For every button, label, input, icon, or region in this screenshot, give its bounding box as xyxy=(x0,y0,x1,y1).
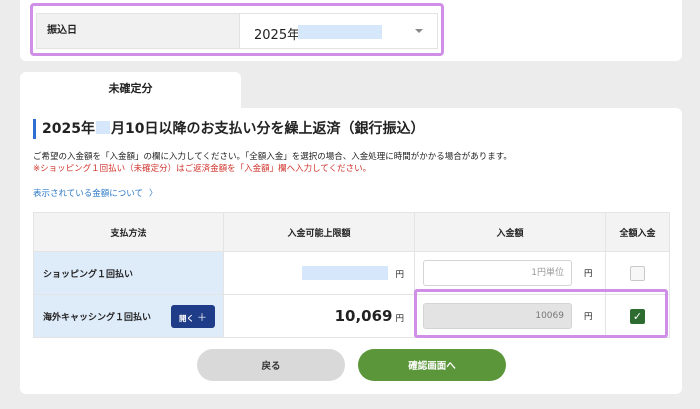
limit-shopping: 円 xyxy=(223,251,415,295)
transfer-date-card: 振込日 2025年 xyxy=(20,0,682,61)
heading-text: 月10日以降のお支払い分を繰上返済（銀行振込） xyxy=(110,121,425,137)
currency-unit: 円 xyxy=(584,269,593,279)
limit-overseas-cashing-cell: 10,069 円 xyxy=(223,294,415,338)
amount-input-shopping[interactable] xyxy=(423,260,572,286)
confirm-button[interactable]: 確認画面へ xyxy=(358,349,506,381)
instruction-text: ご希望の入金額を「入金額」の欄に入力してください。「全額入金」を選択の場合、入金… xyxy=(33,152,512,162)
redacted-limit-mask xyxy=(302,266,389,280)
full-payment-cell-shopping xyxy=(605,251,670,295)
transfer-date-label: 振込日 xyxy=(36,13,240,49)
transfer-date-year: 2025年 xyxy=(254,28,301,43)
chevron-down-icon xyxy=(415,29,423,33)
amount-cell-overseas-cashing: 円 xyxy=(414,294,606,338)
currency-unit: 円 xyxy=(584,312,593,322)
redacted-date-mask xyxy=(298,25,382,39)
amount-cell-shopping: 円 xyxy=(414,251,606,295)
header-payment-method: 支払方法 xyxy=(33,212,224,252)
full-payment-checkbox-overseas-cashing[interactable]: ✓ xyxy=(630,308,645,324)
method-overseas-cashing: 海外キャッシング１回払い xyxy=(43,312,152,323)
full-payment-checkbox-shopping[interactable] xyxy=(630,265,645,281)
amount-input-overseas-cashing[interactable] xyxy=(423,303,572,329)
plus-icon: ＋ xyxy=(197,312,207,324)
currency-unit: 円 xyxy=(395,270,404,280)
currency-unit: 円 xyxy=(395,314,404,324)
redacted-month-mask xyxy=(95,121,110,134)
open-details-button[interactable]: 開く＋ xyxy=(171,304,215,328)
header-limit: 入金可能上限額 xyxy=(223,212,415,252)
warning-text: ※ショッピング１回払い（未確定分）はご返済金額を「入金額」欄へ入力してください。 xyxy=(33,164,372,174)
transfer-date-select[interactable]: 2025年 xyxy=(240,13,438,49)
limit-overseas-cashing: 10,069 xyxy=(334,307,393,325)
repayment-panel: 2025年 月10日以降のお支払い分を繰上返済（銀行振込） ご希望の入金額を「入金… xyxy=(20,108,682,394)
amount-info-link[interactable]: 表示されている金額について〉 xyxy=(33,187,158,199)
header-full-payment: 全額入金 xyxy=(605,212,670,252)
amount-info-link-label: 表示されている金額について xyxy=(33,189,143,199)
table-header-row: 支払方法 入金可能上限額 入金額 全額入金 xyxy=(33,212,670,252)
chevron-right-icon: 〉 xyxy=(149,189,158,199)
open-details-label: 開く xyxy=(179,313,194,323)
header-amount: 入金額 xyxy=(414,212,606,252)
back-button[interactable]: 戻る xyxy=(197,349,345,381)
section-heading: 2025年 月10日以降のお支払い分を繰上返済（銀行振込） xyxy=(33,119,424,139)
method-overseas-cashing-cell: 海外キャッシング１回払い 開く＋ xyxy=(33,294,224,338)
heading-year: 2025年 xyxy=(42,121,95,137)
full-payment-cell-overseas-cashing: ✓ xyxy=(605,294,670,338)
checkmark-icon: ✓ xyxy=(632,309,643,323)
table-row-shopping: ショッピング１回払い 円 円 xyxy=(33,251,670,295)
tab-unconfirmed[interactable]: 未確定分 xyxy=(20,72,241,108)
payment-table: 支払方法 入金可能上限額 入金額 全額入金 ショッピング１回払い 円 円 xyxy=(33,212,670,338)
transfer-date-row: 振込日 2025年 xyxy=(30,3,444,56)
method-shopping: ショッピング１回払い xyxy=(33,251,224,295)
table-row-overseas-cashing: 海外キャッシング１回払い 開く＋ 10,069円 円 ✓ xyxy=(33,294,670,338)
